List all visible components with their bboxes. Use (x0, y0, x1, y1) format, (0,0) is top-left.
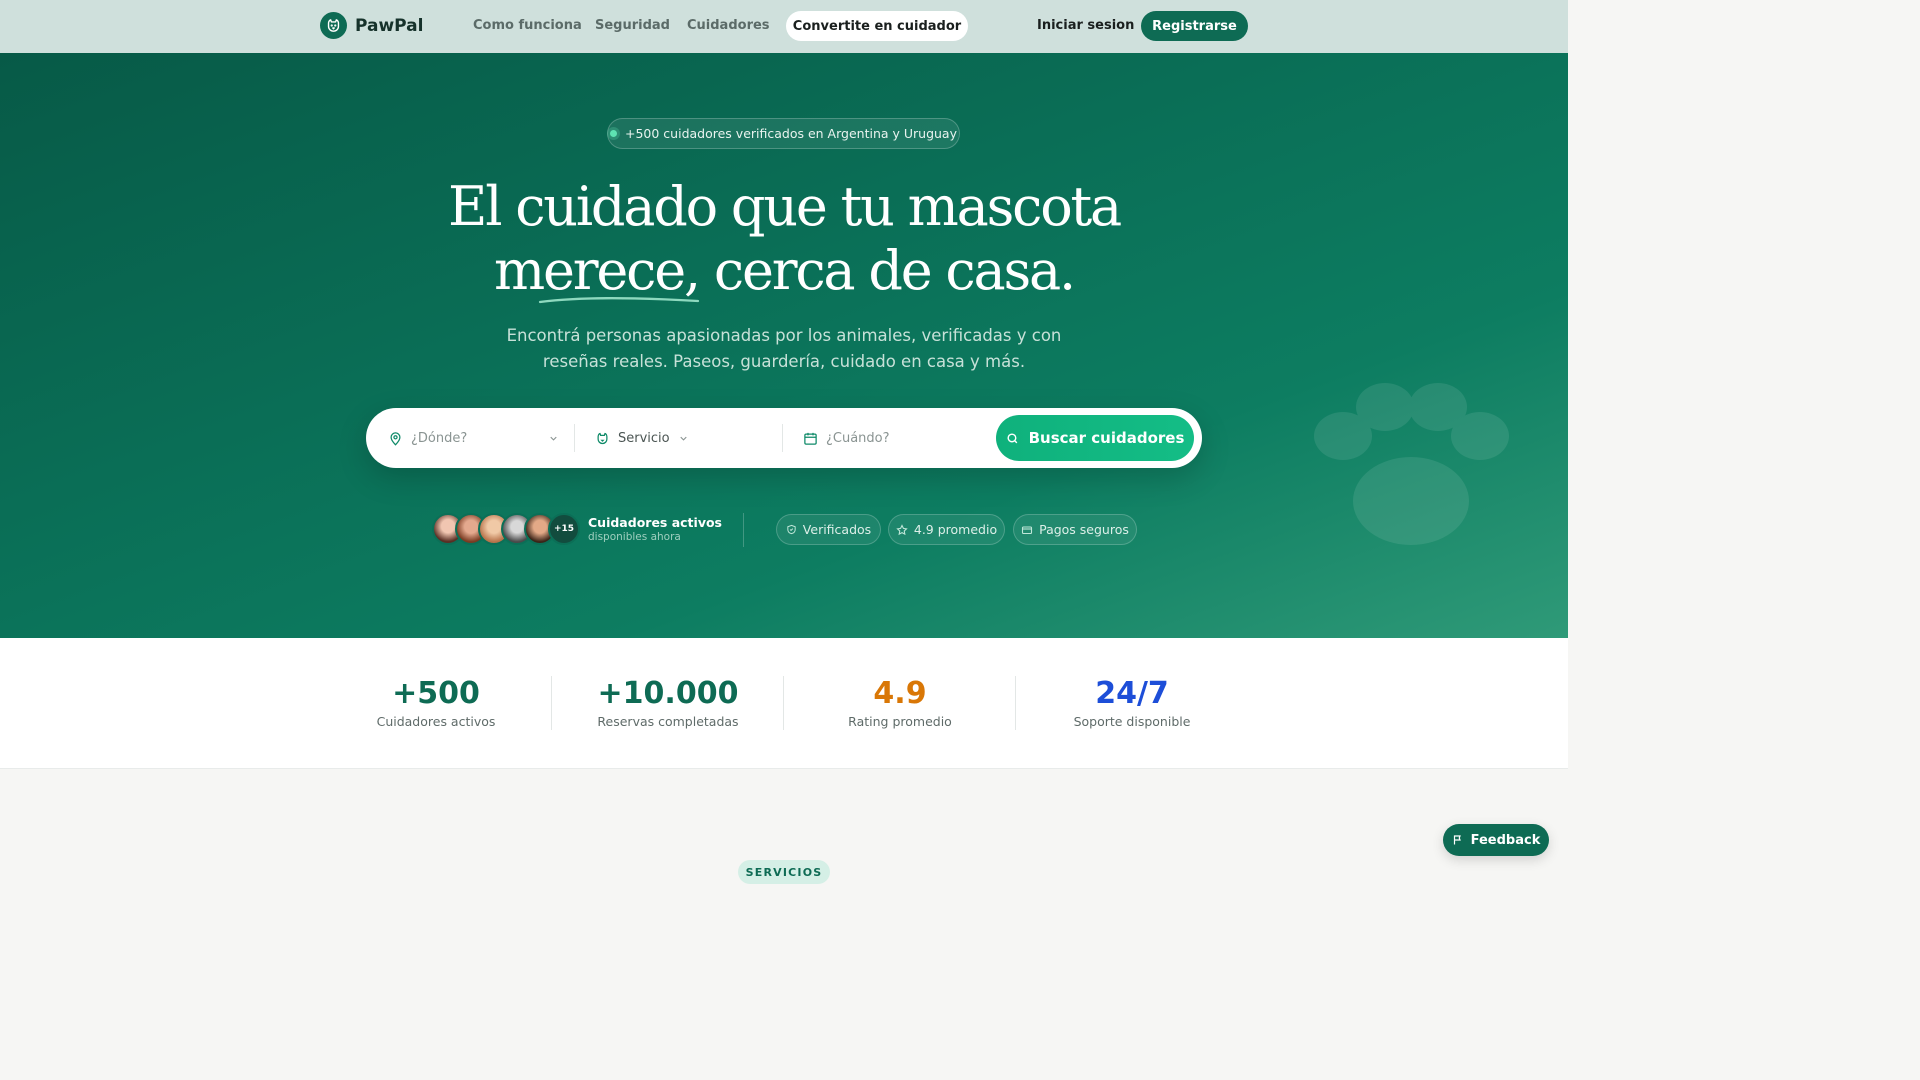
stat-label: Reservas completadas (597, 714, 739, 729)
chevron-down-icon (550, 436, 557, 441)
where-placeholder: ¿Dónde? (411, 430, 468, 446)
star-icon (896, 523, 908, 535)
more-caregivers-count: +15 (548, 513, 580, 545)
location-pin-icon (390, 431, 401, 446)
search-divider (782, 424, 783, 452)
headline-line1: El cuidado que tu mascota (447, 175, 1122, 238)
paw-logo-icon (320, 12, 347, 39)
when-field[interactable]: ¿Cuándo? (803, 408, 983, 468)
stat-value: +500 (392, 676, 480, 711)
active-caregivers-title: Cuidadores activos (588, 515, 722, 530)
service-value: Servicio (618, 430, 670, 446)
calendar-icon (804, 432, 817, 445)
status-dot-icon (610, 130, 617, 137)
badge-verified: Verificados (776, 514, 881, 545)
flag-icon (1453, 835, 1461, 845)
chevron-down-icon (679, 436, 687, 441)
top-nav: PawPal Como funciona Seguridad Cuidadore… (0, 0, 1568, 53)
search-icon (1007, 432, 1017, 443)
headline-underline-icon (538, 297, 700, 304)
badge-payments: Pagos seguros (1013, 514, 1137, 545)
stat-value: +10.000 (597, 676, 739, 711)
login-link[interactable]: Iniciar sesion (1037, 18, 1134, 33)
feedback-label: Feedback (1470, 832, 1541, 848)
stats-section: +500 Cuidadores activos +10.000 Reservas… (0, 638, 1568, 769)
service-select[interactable]: Servicio (595, 408, 695, 468)
nav-link-como-funciona[interactable]: Como funciona (473, 18, 582, 33)
search-bar: ¿Dónde? Servicio ¿Cuándo? Buscar cuidado… (366, 408, 1202, 468)
badge-rating: 4.9 promedio (888, 514, 1005, 545)
nav-link-seguridad[interactable]: Seguridad (595, 18, 670, 33)
credit-card-icon (1022, 525, 1033, 534)
hero-section: +500 cuidadores verificados en Argentina… (0, 53, 1568, 638)
headline-rest: , cerca de casa. (683, 239, 1076, 302)
stat-label: Cuidadores activos (376, 714, 496, 729)
become-caregiver-button[interactable]: Convertite en cuidador (786, 11, 968, 41)
stat-value: 24/7 (1095, 676, 1169, 711)
stat-label: Rating promedio (848, 714, 952, 729)
verified-pill-text: +500 cuidadores verificados en Argentina… (625, 126, 957, 141)
hero-subtitle: Encontrá personas apasionadas por los an… (506, 326, 1062, 371)
register-button[interactable]: Registrarse (1141, 11, 1248, 41)
headline-highlight: merece (494, 239, 686, 302)
when-placeholder: ¿Cuándo? (826, 430, 890, 446)
where-field[interactable]: ¿Dónde? (388, 408, 560, 468)
search-button-label: Buscar cuidadores (1028, 429, 1185, 447)
active-caregivers-subtitle: disponibles ahora (588, 531, 681, 543)
paw-decoration-icon (1314, 383, 1509, 545)
dog-face-icon (597, 432, 608, 444)
stat-label: Soporte disponible (1073, 714, 1191, 729)
nav-link-cuidadores[interactable]: Cuidadores (687, 18, 770, 33)
section-badge-servicios: SERVICIOS (738, 860, 830, 884)
search-button[interactable]: Buscar cuidadores (996, 415, 1194, 461)
brand-name: PawPal (355, 15, 424, 36)
shield-check-icon (787, 524, 796, 535)
search-divider (574, 424, 575, 452)
brand[interactable]: PawPal (320, 12, 423, 39)
hero-headline: El cuidado que tu mascota merece, cerca … (384, 175, 1184, 303)
hero-divider (743, 513, 744, 547)
badge-verified-label: Verificados (802, 522, 872, 537)
feedback-button[interactable]: Feedback (1443, 824, 1549, 856)
badge-payments-label: Pagos seguros (1039, 522, 1129, 537)
stat-value: 4.9 (873, 676, 927, 711)
verified-pill: +500 cuidadores verificados en Argentina… (607, 118, 960, 149)
badge-rating-label: 4.9 promedio (913, 522, 998, 537)
